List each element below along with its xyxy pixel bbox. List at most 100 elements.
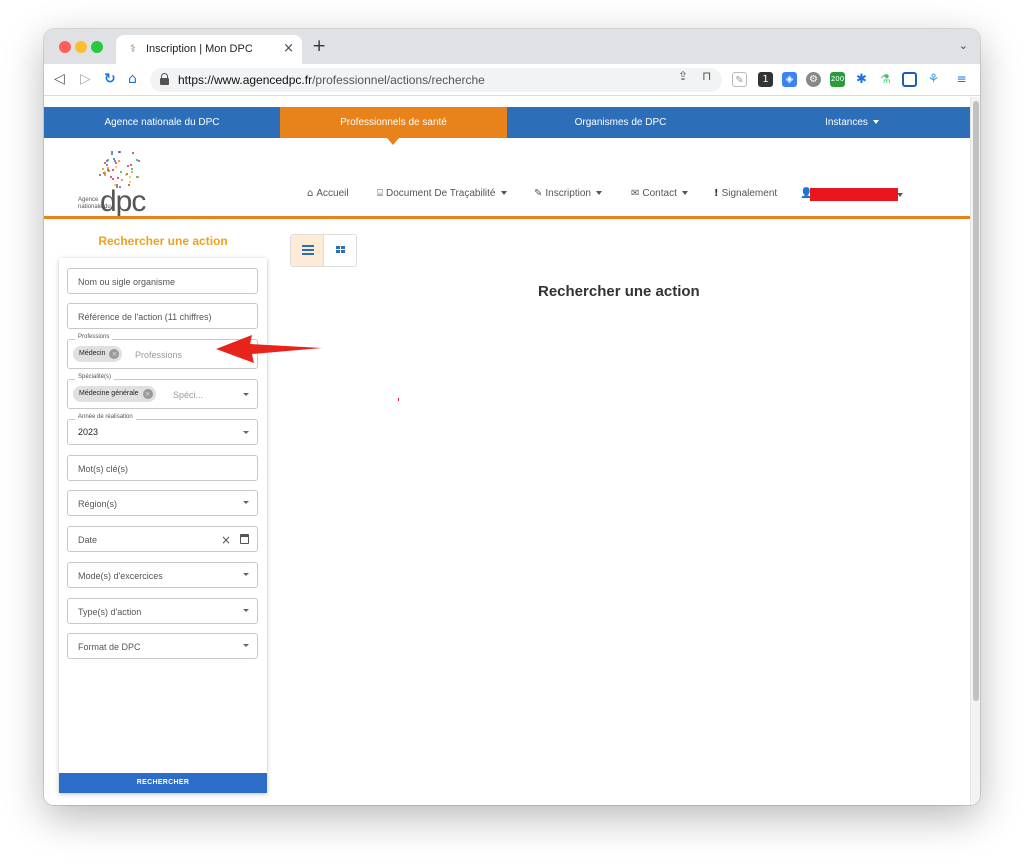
gear-extension-icon[interactable]: ⚙ [806,72,821,87]
forward-icon[interactable]: ▷ [80,71,91,87]
tab-title: Inscription | Mon DPC [146,43,253,55]
logo-dot [131,170,134,173]
rechercher-button[interactable]: RECHERCHER [59,773,267,793]
topnav-professionnels[interactable]: Professionnels de santé [280,107,507,138]
logo-dot [99,173,102,176]
date-input[interactable]: Date × [67,526,258,552]
logo-dot [101,167,104,170]
nav-document[interactable]: ⌸ Document De Traçabilité [377,188,507,202]
logo-dot [104,170,107,173]
profession-chip[interactable]: Médecin × [73,346,123,362]
close-window-button[interactable] [59,41,71,53]
logo-dot [120,179,123,182]
format-select[interactable]: Format de DPC [67,633,258,659]
clear-icon[interactable]: × [221,533,231,547]
logo-dot [113,160,116,163]
grid-view-icon[interactable] [336,246,346,254]
nav-contact[interactable]: ✉ Contact [631,188,688,202]
address-bar[interactable]: https://www.agencedpc.fr/professionnel/a… [150,68,722,92]
remove-chip-icon[interactable]: × [142,389,153,399]
status-extension-icon[interactable]: 200 [830,72,845,87]
chevron-down-icon [243,573,249,576]
puzzle-icon[interactable]: ✱ [854,72,869,87]
favicon-icon: ⚕ [130,42,136,55]
chevron-down-icon [243,501,249,504]
search-panel-title: Rechercher une action [98,234,228,248]
zoom-window-button[interactable] [91,41,103,53]
organisme-input[interactable]: Nom ou sigle organisme [67,268,258,294]
tab-close-icon[interactable]: × [283,41,294,56]
translate-extension-icon[interactable]: ◈ [782,72,797,87]
logo-dot [138,159,141,162]
specialites-select[interactable]: Spécialité(s) Médecine générale × Spéci..… [67,374,258,409]
chevron-down-icon[interactable] [897,193,903,197]
home-icon[interactable]: ⌂ [128,71,137,87]
chevron-down-icon [500,191,507,196]
logo-dot [120,170,123,173]
topnav-agence[interactable]: Agence nationale du DPC [44,107,280,138]
tree-extension-icon[interactable]: ⚘ [926,72,941,87]
logo-dot [127,164,130,167]
dpc-logo[interactable]: Agence nationale du dpc [78,145,158,218]
bookmark-icon[interactable]: ⊓ [702,69,711,83]
chevron-down-icon [595,191,602,196]
logo-dot [111,168,114,171]
remove-chip-icon[interactable]: × [109,349,120,359]
logo-dot [131,151,134,154]
nav-inscription[interactable]: ✎ Inscription [534,188,602,202]
redacted-username [810,188,898,201]
nav-accueil[interactable]: ⌂ Accueil [307,188,349,202]
page-scrollbar[interactable] [970,97,980,805]
menu-icon[interactable]: ≡ [954,72,969,87]
scrollbar-thumb[interactable] [973,101,979,701]
chevron-down-icon [243,609,249,612]
results-title: Rechercher une action [538,283,700,300]
url-text[interactable]: https://www.agencedpc.fr/professionnel/a… [178,73,485,87]
header-divider [44,216,970,219]
logo-dot [114,165,117,168]
logo-dot [136,176,139,179]
topnav-instances[interactable]: Instances [734,107,970,138]
logo-dot [130,163,133,166]
logo-dot [103,174,106,177]
reference-input[interactable]: Référence de l'action (11 chiffres) [67,303,258,329]
annee-select[interactable]: Année de réalisation 2023 [67,414,258,445]
browser-window: ⚕ Inscription | Mon DPC × + ⌄ ◁ ▷ ↻ ⌂ ht… [44,29,980,805]
nav-signalement[interactable]: ! Signalement [714,188,777,202]
topnav-organismes[interactable]: Organismes de DPC [507,107,734,138]
sidebar-icon[interactable] [902,72,917,87]
tab-search-chevron-icon[interactable]: ⌄ [959,39,968,52]
chevron-down-icon [243,431,249,434]
logo-dot [117,176,120,179]
active-indicator [387,138,399,145]
motscles-input[interactable]: Mot(s) clé(s) [67,455,258,481]
flask-icon[interactable]: ⚗ [878,72,893,87]
annotation-arrow-icon [216,335,322,363]
list-view-icon[interactable] [291,235,324,266]
modes-select[interactable]: Mode(s) d'excercices [67,562,258,588]
logo-dot [129,181,131,184]
stray-mark [398,398,399,401]
note-extension-icon[interactable]: ✎ [732,72,747,87]
logo-dot [117,151,120,154]
view-toggle [290,234,357,267]
home-icon: ⌂ [307,188,314,199]
browser-tab[interactable]: ⚕ Inscription | Mon DPC × [116,35,302,64]
envelope-icon: ✉ [631,188,640,199]
exclamation-icon: ! [714,188,719,199]
specialite-chip[interactable]: Médecine générale × [73,386,156,402]
reload-icon[interactable]: ↻ [104,71,116,87]
new-tab-icon[interactable]: + [312,36,326,56]
logo-dot [114,162,117,165]
regions-select[interactable]: Région(s) [67,490,258,516]
calendar-icon[interactable] [240,534,249,544]
lock-icon [160,73,169,85]
logo-dot [112,157,115,160]
types-select[interactable]: Type(s) d'action [67,598,258,624]
share-icon[interactable]: ⇪ [678,69,688,83]
minimize-window-button[interactable] [75,41,87,53]
browser-toolbar: ◁ ▷ ↻ ⌂ https://www.agencedpc.fr/profess… [44,64,980,96]
tab-counter-extension-icon[interactable]: 1 [758,72,773,87]
back-icon[interactable]: ◁ [54,71,65,87]
chevron-down-icon [243,393,249,396]
